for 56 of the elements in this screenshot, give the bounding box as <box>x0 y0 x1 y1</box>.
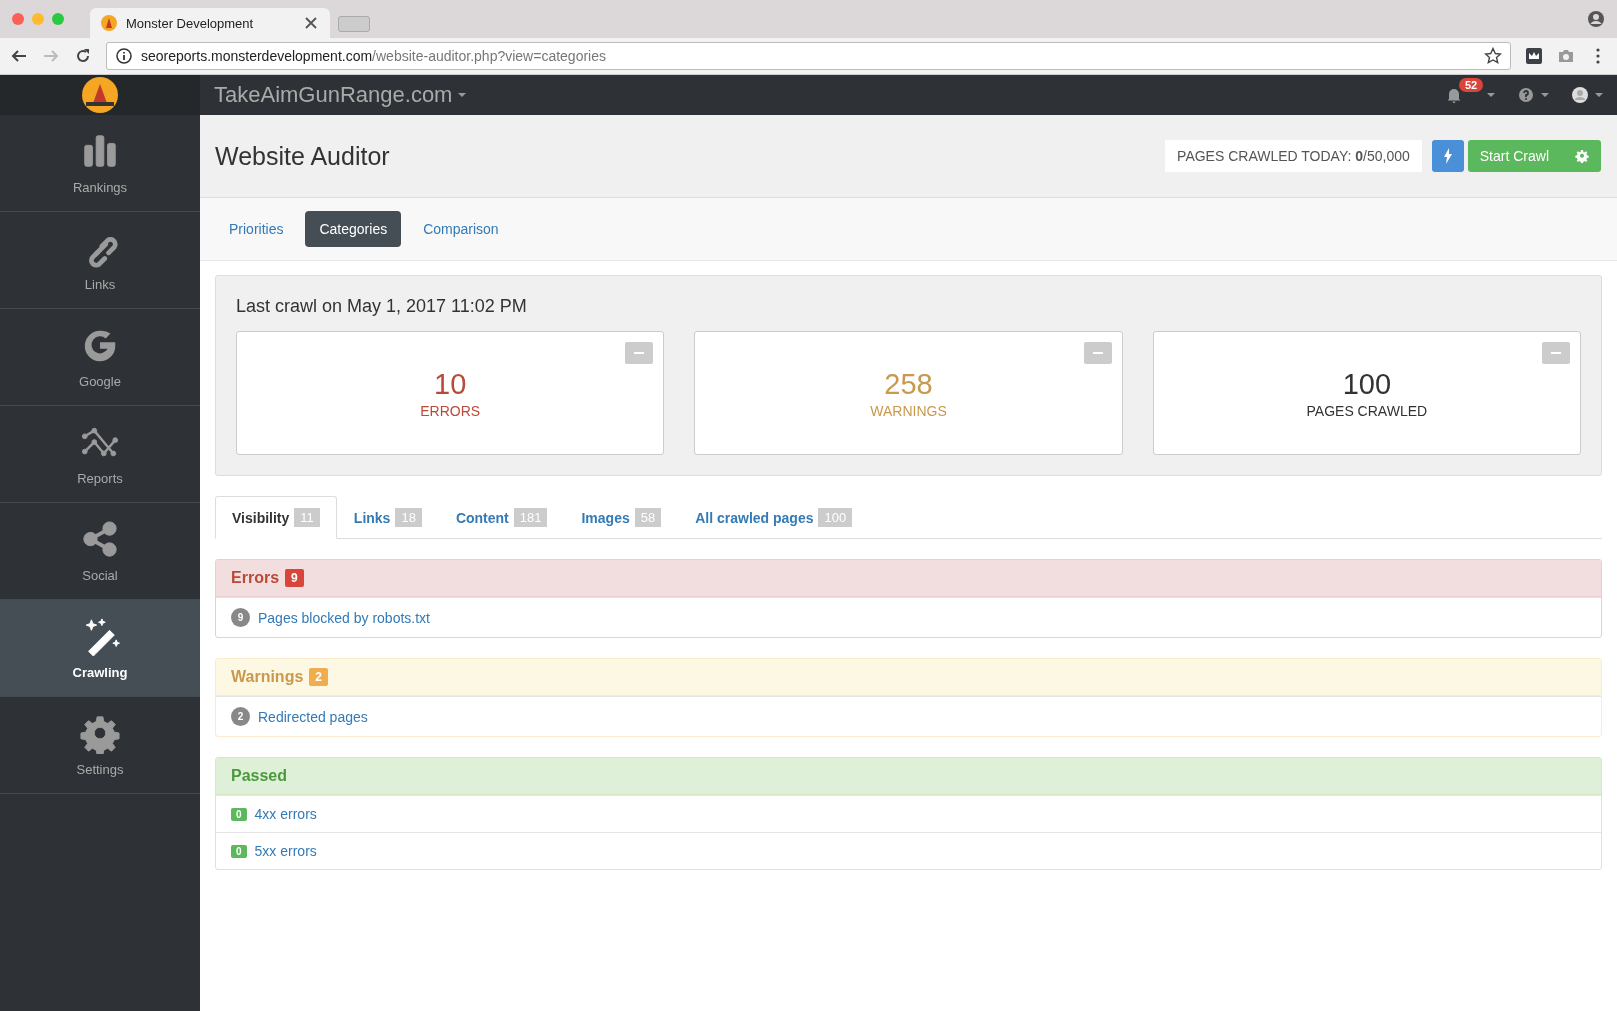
stat-label: PAGES CRAWLED <box>1306 402 1428 419</box>
view-tab[interactable]: Comparison <box>409 211 513 247</box>
quick-crawl-button[interactable] <box>1431 140 1464 172</box>
help-icon[interactable] <box>1517 86 1535 104</box>
tab-label: Visibility <box>232 509 290 526</box>
site-switcher[interactable]: TakeAimGunRange.com <box>214 82 467 108</box>
panel-title: Passed <box>231 767 288 785</box>
notification-count: 52 <box>1459 78 1484 92</box>
stat-value: 10 <box>434 367 467 401</box>
count-badge: 0 <box>231 844 247 858</box>
issue-link[interactable]: Pages blocked by robots.txt <box>258 609 430 626</box>
stat-label: WARNINGS <box>870 402 947 419</box>
sidebar-item[interactable]: Crawling <box>0 600 200 697</box>
stat-value: 100 <box>1342 367 1391 401</box>
favicon-icon <box>100 14 118 32</box>
sidebar-item[interactable]: Settings <box>0 697 200 794</box>
tab-label: Images <box>581 509 630 526</box>
crown-icon[interactable] <box>1525 47 1543 65</box>
avatar-icon[interactable] <box>1571 86 1589 104</box>
page-title: Website Auditor <box>215 141 391 171</box>
lightning-icon <box>1442 148 1453 164</box>
sidebar-item[interactable]: Links <box>0 212 200 309</box>
tab-label: Content <box>455 509 509 526</box>
address-bar[interactable]: seoreports.monsterdevelopment.com/website-auditor.php?view=categories <box>106 42 1511 70</box>
crawl-quota: PAGES CRAWLED TODAY: 0/50,000 <box>1165 140 1422 172</box>
panel-title: Errors <box>231 569 280 587</box>
stat-label: ERRORS <box>420 402 481 419</box>
tab-label: All crawled pages <box>695 509 814 526</box>
issue-link[interactable]: 5xx errors <box>254 843 317 859</box>
count-badge: 0 <box>231 807 247 821</box>
share-icon <box>80 519 120 560</box>
gear-icon <box>80 713 120 754</box>
sidebar-item[interactable]: Reports <box>0 406 200 503</box>
account-icon[interactable] <box>1587 10 1605 28</box>
tab-label: Links <box>353 509 391 526</box>
star-icon[interactable] <box>1484 47 1502 65</box>
issue-link[interactable]: 4xx errors <box>254 806 317 822</box>
issue-link[interactable]: Redirected pages <box>258 708 368 725</box>
info-icon <box>115 47 133 65</box>
camera-icon[interactable] <box>1557 47 1575 65</box>
count-badge: 9 <box>231 608 250 627</box>
view-tab[interactable]: Categories <box>305 211 402 247</box>
sidebar-item[interactable]: Rankings <box>0 115 200 212</box>
bell-icon[interactable] <box>1445 86 1463 104</box>
count-badge: 9 <box>285 569 304 587</box>
gear-icon <box>1575 149 1589 163</box>
count-badge: 2 <box>309 668 328 686</box>
panel-title: Warnings <box>231 668 304 686</box>
browser-tab[interactable]: Monster Development <box>90 8 330 38</box>
view-tab[interactable]: Priorities <box>215 211 298 247</box>
count-badge: 2 <box>231 707 250 726</box>
stat-value: 258 <box>884 367 933 401</box>
reload-icon[interactable] <box>74 47 92 65</box>
last-crawl-heading: Last crawl on May 1, 2017 11:02 PM <box>236 296 528 317</box>
url-text: seoreports.monsterdevelopment.com/website-auditor.php?view=categories <box>141 48 607 64</box>
sidebar-item[interactable]: Google <box>0 309 200 406</box>
